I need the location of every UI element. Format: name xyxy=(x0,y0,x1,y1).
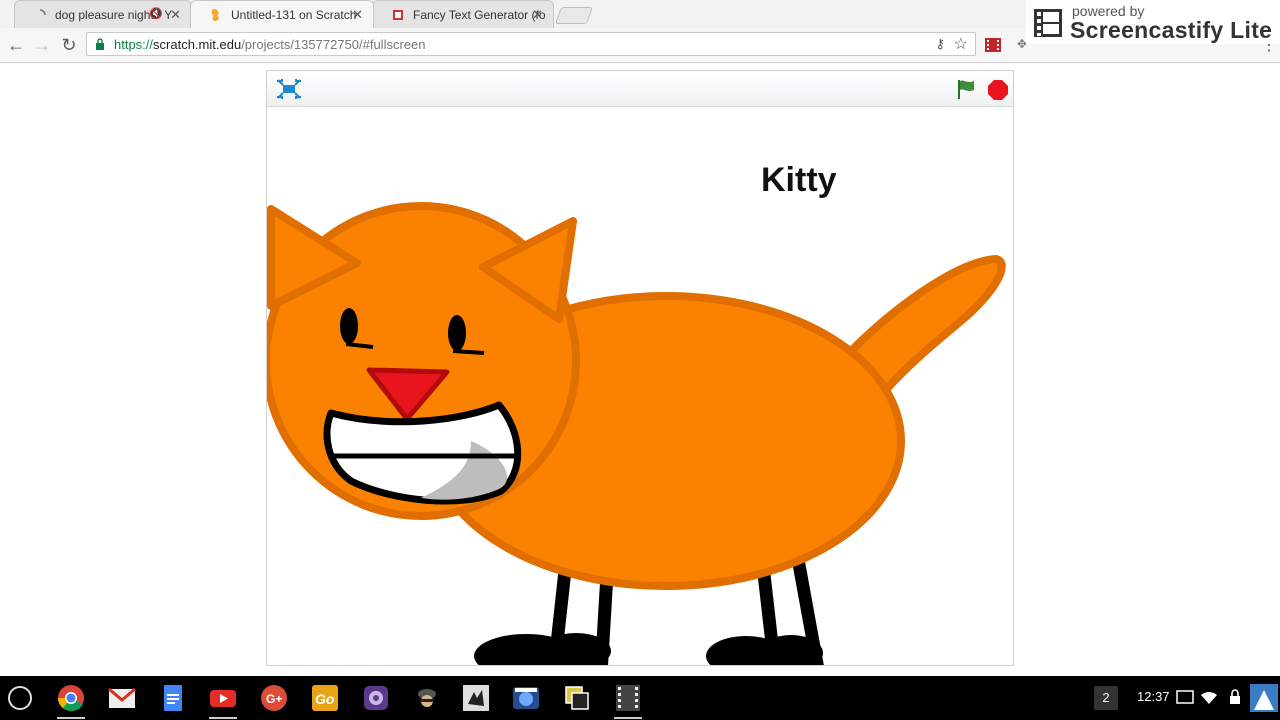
docs-icon[interactable] xyxy=(159,684,187,712)
screencastify-watermark: powered by Screencastify Lite xyxy=(1026,0,1280,44)
files-app-icon[interactable] xyxy=(563,684,591,712)
google-plus-icon[interactable]: G+ xyxy=(260,684,288,712)
url-scheme: https:// xyxy=(114,37,154,52)
reload-button[interactable]: ↻ xyxy=(58,34,80,56)
notification-badge[interactable]: 2 xyxy=(1094,686,1118,710)
address-bar[interactable]: https://scratch.mit.edu/projects/1357727… xyxy=(86,32,976,56)
url-host: scratch.mit.edu xyxy=(153,37,242,52)
screencastify-extension-icon[interactable] xyxy=(985,37,1001,53)
film-app-icon[interactable] xyxy=(614,684,642,712)
active-indicator xyxy=(57,717,85,719)
tab-fancy-text[interactable]: Fancy Text Generator (fo ✕ xyxy=(372,0,554,28)
youtube-icon[interactable] xyxy=(209,684,237,712)
lock-icon xyxy=(96,38,104,50)
sprite-label-kitty: Kitty xyxy=(761,161,837,199)
screencastify-brand: Screencastify Lite xyxy=(1070,17,1273,43)
player-controls xyxy=(267,71,1013,107)
active-indicator xyxy=(209,717,237,719)
camera-app-icon[interactable] xyxy=(362,684,390,712)
scratch-player: Kitty xyxy=(266,70,1014,666)
chrome-icon[interactable] xyxy=(57,684,85,712)
green-flag-icon[interactable] xyxy=(955,78,977,100)
lock-icon[interactable] xyxy=(1226,688,1244,706)
key-icon[interactable]: ⚷ xyxy=(935,36,945,52)
back-button[interactable]: ← xyxy=(5,34,27,56)
stop-icon[interactable] xyxy=(987,79,1009,101)
tab-close-icon[interactable]: ✕ xyxy=(532,7,543,23)
tab-label: Untitled-131 on Scratch xyxy=(231,7,357,22)
user-avatar[interactable] xyxy=(1250,684,1278,712)
go-app-icon[interactable]: Go xyxy=(311,684,339,712)
cast-icon[interactable] xyxy=(1176,688,1194,706)
tab-close-icon[interactable]: ✕ xyxy=(352,7,363,23)
video-app-icon[interactable] xyxy=(512,684,540,712)
gmail-icon[interactable] xyxy=(108,684,136,712)
new-tab-button[interactable] xyxy=(554,7,594,24)
exit-fullscreen-icon[interactable] xyxy=(277,79,301,99)
bookmark-star-icon[interactable]: ☆ xyxy=(954,34,968,54)
url-text: https://scratch.mit.edu/projects/1357727… xyxy=(114,37,425,52)
wifi-icon[interactable] xyxy=(1200,688,1218,706)
active-indicator xyxy=(614,717,642,719)
film-icon xyxy=(1034,9,1062,37)
mute-icon[interactable]: 🔇 xyxy=(149,7,163,20)
scratch-favicon-icon xyxy=(209,8,223,22)
fancy-text-favicon-icon xyxy=(391,8,405,22)
kitty-sprite[interactable] xyxy=(267,106,1013,666)
url-path: /projects/135772750/#fullscreen xyxy=(241,37,426,52)
launcher-icon[interactable] xyxy=(8,686,32,710)
spy-app-icon[interactable] xyxy=(413,684,441,712)
svg-text:Go: Go xyxy=(315,691,335,707)
kitty-mouth xyxy=(323,401,522,505)
tab-label: Fancy Text Generator (fo xyxy=(413,7,546,22)
tab-youtube[interactable]: dog pleasure night - Y 🔇 ✕ xyxy=(14,0,192,28)
forward-button[interactable]: → xyxy=(31,34,53,56)
os-shelf: G+ Go 2 12:37 xyxy=(0,676,1280,720)
clock[interactable]: 12:37 xyxy=(1137,689,1170,704)
loading-icon xyxy=(33,8,47,22)
svg-text:G+: G+ xyxy=(266,692,282,706)
stage[interactable]: Kitty xyxy=(267,106,1013,666)
paint-app-icon[interactable] xyxy=(462,684,490,712)
tab-scratch[interactable]: Untitled-131 on Scratch ✕ xyxy=(190,0,374,28)
tab-close-icon[interactable]: ✕ xyxy=(170,7,181,23)
